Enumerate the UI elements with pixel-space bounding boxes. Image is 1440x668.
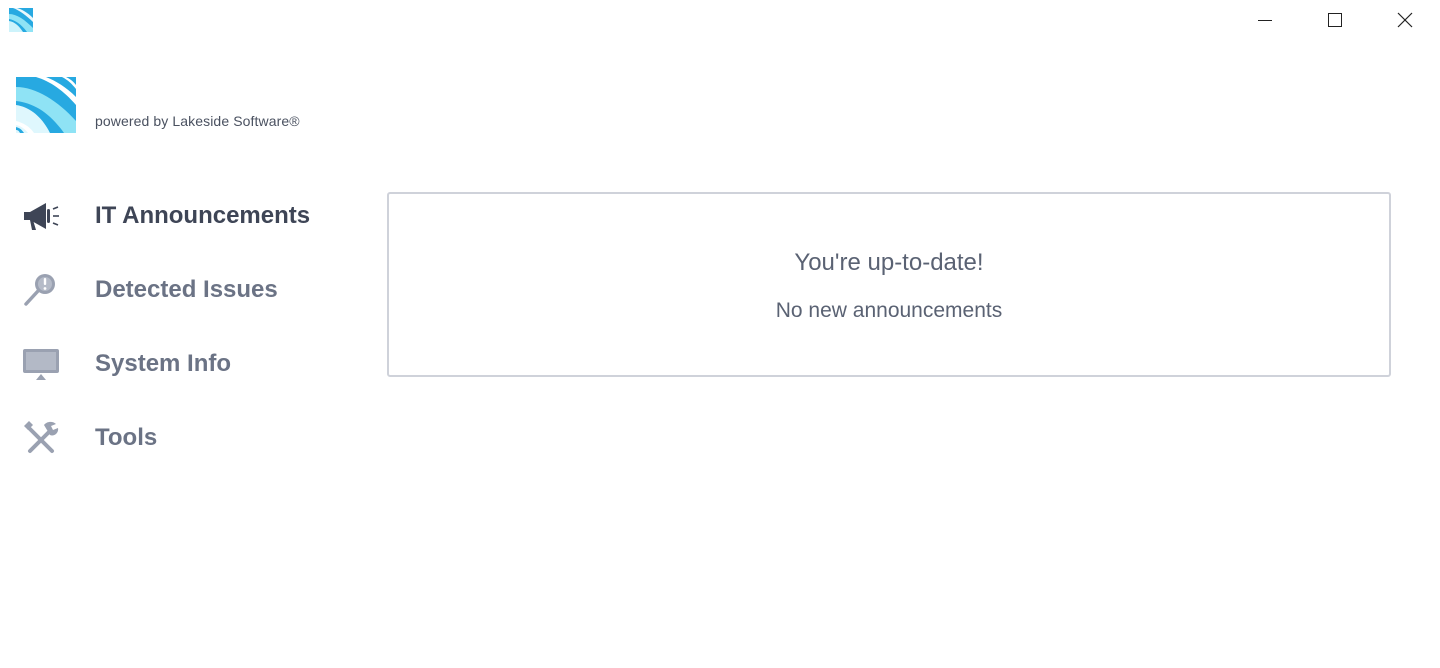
sidebar-item-system-info[interactable]: System Info [0,327,360,401]
window-controls [1230,0,1440,40]
maximize-button[interactable] [1300,0,1370,40]
powered-by-text: powered by Lakeside Software® [95,113,300,129]
company-logo [16,77,76,133]
title-bar [0,0,1440,40]
app-logo-icon [9,8,33,32]
status-subtitle: No new announcements [775,299,1003,322]
brand-header: powered by Lakeside Software® [16,77,300,133]
sidebar-item-label: System Info [95,350,232,377]
sidebar-nav: IT Announcements Detected Issues System … [0,179,360,475]
sidebar-item-tools[interactable]: Tools [0,401,360,475]
magnifier-alert-icon [20,269,62,311]
close-button[interactable] [1370,0,1440,40]
sidebar-item-label: Detected Issues [95,276,278,303]
close-icon [1397,12,1413,28]
megaphone-icon [20,195,62,237]
monitor-icon [20,343,62,385]
minimize-icon [1258,20,1272,21]
sidebar-item-detected-issues[interactable]: Detected Issues [0,253,360,327]
minimize-button[interactable] [1230,0,1300,40]
status-title: You're up-to-date! [794,249,984,276]
sidebar-item-label: IT Announcements [95,202,311,229]
announcements-panel: You're up-to-date! No new announcements [387,192,1391,377]
sidebar-item-label: Tools [95,424,158,451]
sidebar-item-it-announcements[interactable]: IT Announcements [0,179,360,253]
tools-icon [20,417,62,459]
maximize-icon [1328,13,1342,27]
